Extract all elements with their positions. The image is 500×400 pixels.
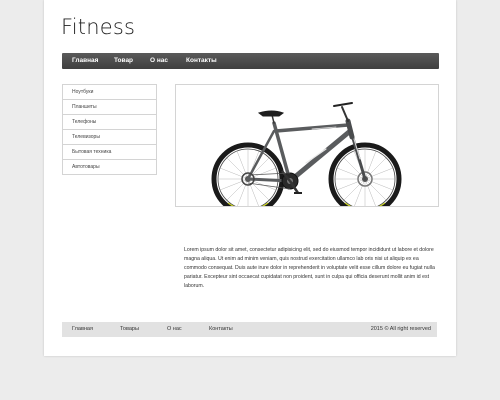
- top-navigation: Главная Товар О нас Контакты: [62, 53, 439, 69]
- footer-link-products[interactable]: Товары: [120, 322, 139, 337]
- product-description: Lorem ipsum dolor sit amet, consectetur …: [184, 247, 435, 289]
- sidebar-item-tablets[interactable]: Планшеты: [63, 100, 156, 115]
- mountain-bike-image: [211, 102, 402, 206]
- nav-item-about[interactable]: О нас: [150, 53, 168, 69]
- page-container: Fitness Главная Товар О нас Контакты Ноу…: [44, 0, 456, 356]
- sidebar-item-laptops[interactable]: Ноутбуки: [63, 85, 156, 100]
- product-image-box: [175, 84, 439, 207]
- copyright-text: 2015 © All right reserved: [370, 326, 431, 332]
- nav-item-home[interactable]: Главная: [72, 53, 98, 69]
- site-logo[interactable]: Fitness: [61, 15, 135, 39]
- rear-wheel: [211, 142, 285, 206]
- bike-frame: [246, 102, 367, 184]
- footer-link-contacts[interactable]: Контакты: [209, 322, 233, 337]
- sidebar-item-auto[interactable]: Автотовары: [63, 160, 156, 175]
- footer-link-home[interactable]: Главная: [72, 322, 93, 337]
- sidebar-item-appliances[interactable]: Бытовая техника: [63, 145, 156, 160]
- footer-link-about[interactable]: О нас: [167, 322, 182, 337]
- nav-item-product[interactable]: Товар: [114, 53, 133, 69]
- nav-item-contacts[interactable]: Контакты: [186, 53, 217, 69]
- sidebar-item-phones[interactable]: Телефоны: [63, 115, 156, 130]
- footer-bar: Главная Товары О нас Контакты 2015 © All…: [62, 322, 437, 337]
- sidebar-item-tvs[interactable]: Телевизоры: [63, 130, 156, 145]
- category-sidebar: Ноутбуки Планшеты Телефоны Телевизоры Бы…: [62, 84, 157, 175]
